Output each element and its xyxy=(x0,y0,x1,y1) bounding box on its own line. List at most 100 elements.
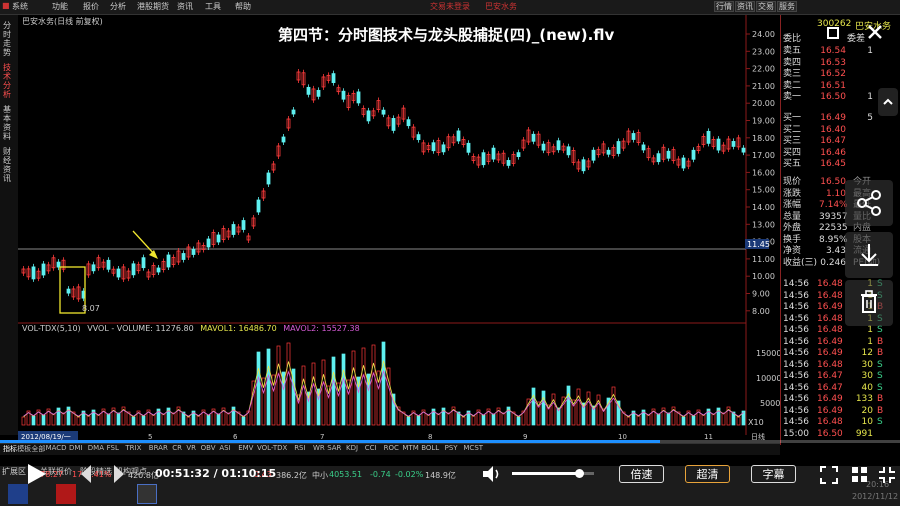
order-row[interactable]: 卖三 16.52 xyxy=(783,69,895,80)
volume-bar xyxy=(491,413,496,426)
indicator-tab[interactable]: VOL-TDX xyxy=(257,444,287,452)
indicator-tab[interactable]: WR xyxy=(313,444,325,452)
tab-service[interactable]: 服务 xyxy=(777,1,797,12)
candle-body xyxy=(641,144,646,151)
stat-value: 8.95% xyxy=(819,234,848,245)
indicator-tab[interactable]: SAR xyxy=(327,444,341,452)
indicator-tab[interactable]: BRAR xyxy=(149,444,168,452)
fullscreen-icon[interactable] xyxy=(819,465,839,485)
close-icon[interactable] xyxy=(866,23,884,41)
menu-item-system[interactable]: 系统 xyxy=(12,1,28,12)
grid-view-icon[interactable] xyxy=(850,465,870,485)
indicator-tab[interactable]: RSI xyxy=(294,444,305,452)
tab-trade[interactable]: 交易 xyxy=(756,1,776,12)
candle-body xyxy=(131,263,136,276)
indicator-tab[interactable]: KDJ xyxy=(346,444,358,452)
restore-icon[interactable] xyxy=(826,25,840,39)
exit-fullscreen-icon[interactable] xyxy=(877,465,897,485)
subtitle-button[interactable]: 字幕 xyxy=(751,465,796,483)
candle-body xyxy=(691,149,696,160)
volume-bar xyxy=(106,413,111,426)
tick-row: 14:56 16.49 20 B xyxy=(783,406,883,417)
vtab-fundamentals[interactable]: 基本资料 xyxy=(3,105,15,141)
candle-body xyxy=(531,133,536,142)
volume-bar xyxy=(691,415,696,426)
indicator-tab[interactable]: FSL xyxy=(107,444,119,452)
indicator-tab[interactable]: CR xyxy=(172,444,182,452)
vtab-intraday[interactable]: 分时走势 xyxy=(3,21,15,57)
indicator-tab[interactable]: TRIX xyxy=(125,444,141,452)
volume-icon[interactable] xyxy=(481,463,503,485)
menu-item-hk-futures[interactable]: 港股期货 xyxy=(137,1,169,12)
indicator-tab[interactable]: VR xyxy=(186,444,196,452)
order-row[interactable]: 卖五 16.54 1 xyxy=(783,46,895,57)
indicator-tab[interactable]: MCST xyxy=(463,444,483,452)
tab-quotes[interactable]: 行情 xyxy=(714,1,734,12)
price-label: 22.00 xyxy=(752,65,775,74)
candle-body xyxy=(231,224,236,235)
order-row[interactable]: 买二 16.40 xyxy=(783,125,895,136)
collapse-icon[interactable] xyxy=(878,88,898,116)
indicator-tab[interactable]: BOLL xyxy=(421,444,439,452)
indicator-tab[interactable]: EMV xyxy=(238,444,253,452)
menu-item-quote[interactable]: 报价 xyxy=(83,1,99,12)
tick-volume: 30 xyxy=(861,371,873,381)
order-row[interactable]: 卖四 16.53 xyxy=(783,58,895,69)
tick-time: 14:56 xyxy=(783,279,809,289)
trash-icon[interactable] xyxy=(845,280,893,326)
indicator-tab[interactable]: ASI xyxy=(219,444,230,452)
indicator-tab[interactable]: 全部 xyxy=(31,444,45,454)
indicator-tab[interactable]: PSY xyxy=(445,444,458,452)
order-row[interactable]: 买三 16.47 xyxy=(783,136,895,147)
indicator-tab[interactable]: 指标 xyxy=(3,444,17,454)
candle-body xyxy=(31,266,36,280)
vtab-finance-news[interactable]: 财经资讯 xyxy=(3,147,15,183)
menu-item-function[interactable]: 功能 xyxy=(52,1,68,12)
candlestick-chart[interactable]: 巴安水务(日线 前复权) 24.00 23.00 22.00 21.00 20.00 19… xyxy=(18,15,780,445)
menu-item-news[interactable]: 资讯 xyxy=(177,1,193,12)
volume-bar xyxy=(681,416,686,426)
next-icon[interactable] xyxy=(112,462,128,486)
indicator-tab[interactable]: DMI xyxy=(69,444,83,452)
share-icon[interactable] xyxy=(845,180,893,226)
download-icon[interactable] xyxy=(845,232,893,278)
volume-bar xyxy=(381,341,386,426)
order-row[interactable]: 买五 16.45 xyxy=(783,159,895,170)
menu-item-tools[interactable]: 工具 xyxy=(205,1,221,12)
indicator-tab[interactable]: OBV xyxy=(201,444,216,452)
indicator-tab[interactable]: MTM xyxy=(402,444,418,452)
prev-icon[interactable] xyxy=(77,462,93,486)
indicator-tab[interactable]: DMA xyxy=(88,444,104,452)
time-readout: 00:51:32 / 01:10:15 xyxy=(155,467,276,480)
order-row[interactable]: 买四 16.46 xyxy=(783,148,895,159)
vtab-technical[interactable]: 技术分析 xyxy=(3,63,15,99)
tick-price: 16.48 xyxy=(817,417,843,427)
candle-body xyxy=(156,267,161,273)
quality-button[interactable]: 超清 xyxy=(685,465,730,483)
current-price-tag: 11.45 xyxy=(747,240,770,249)
player-controls: 倍速 超清 字幕 xyxy=(0,455,900,495)
volume-bar xyxy=(656,413,661,426)
indicator-tab[interactable]: CCI xyxy=(365,444,377,452)
tick-flag: S xyxy=(877,417,883,427)
tab-info[interactable]: 资讯 xyxy=(735,1,755,12)
speed-button[interactable]: 倍速 xyxy=(619,465,664,483)
order-level-label: 买二 xyxy=(783,124,802,135)
candle-body xyxy=(431,142,436,152)
volume-knob[interactable] xyxy=(575,469,585,478)
tick-volume: 133 xyxy=(855,394,873,404)
price-label: 24.00 xyxy=(752,30,775,39)
indicator-tab[interactable]: 模板 xyxy=(17,444,31,454)
candle-body xyxy=(406,119,411,127)
candle-body xyxy=(741,147,746,153)
play-icon[interactable] xyxy=(24,462,48,486)
vol-unit: X10 xyxy=(748,418,764,427)
time-separator: / xyxy=(209,467,222,480)
indicator-tab[interactable]: MACD xyxy=(46,444,67,452)
trade-login-status[interactable]: 交易未登录 xyxy=(430,1,470,12)
menu-item-help[interactable]: 帮助 xyxy=(235,1,251,12)
menu-item-analysis[interactable]: 分析 xyxy=(110,1,126,12)
vol-header-mavol1: MAVOL1: 16486.70 xyxy=(200,324,276,333)
indicator-tab[interactable]: ROC xyxy=(384,444,399,452)
price-label: 17.00 xyxy=(752,151,775,160)
